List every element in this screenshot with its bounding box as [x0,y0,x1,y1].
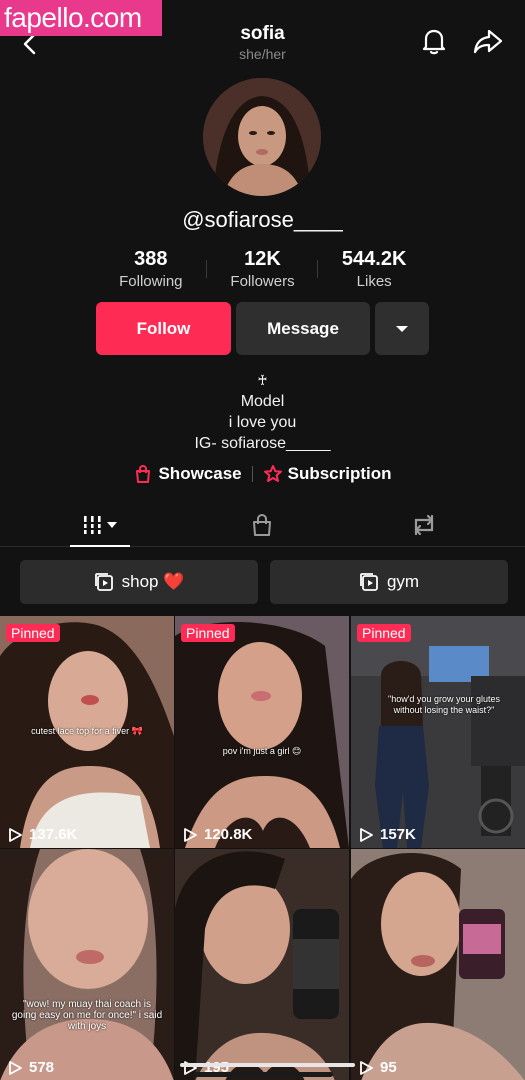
stat-followers[interactable]: 12K Followers [207,246,319,294]
subscription-label: Subscription [287,464,392,483]
pinned-badge: Pinned [6,624,60,642]
follow-button[interactable]: Follow [96,302,231,355]
video-thumbnail[interactable]: Pinned pov i'm just a girl 😊 120.8K [175,616,349,848]
divider [251,466,253,482]
tab-shop[interactable] [240,505,284,545]
tab-videos[interactable] [70,505,130,547]
stat-value: 12K [244,248,281,270]
thumbnail-image [175,616,349,848]
view-count-value: 578 [29,1059,55,1076]
video-caption: cutest lace top for a fiver 🎀 [31,726,143,736]
showcase-label: Showcase [158,464,242,483]
stat-likes[interactable]: 544.2K Likes [318,246,430,294]
thumbnail-image [351,849,525,1080]
playlist-shop[interactable]: shop ❤️ [20,560,258,604]
bio-line: IG- sofiarose_____ [194,435,331,452]
stat-label: Followers [230,273,295,290]
view-count: 578 [8,1059,54,1076]
view-count: 157K [359,826,416,843]
thumbnail-image [351,616,525,848]
profile-links: Showcase Subscription [0,462,525,486]
repost-icon [414,514,434,536]
video-thumbnail[interactable]: Pinned "how'd you grow your glutes witho… [351,616,525,848]
subscription-star-icon [263,465,282,482]
playlist-label: gym [386,572,420,591]
view-count-value: 95 [380,1059,397,1076]
home-indicator[interactable] [193,1072,333,1077]
grid-icon [82,516,117,534]
view-count: 120.8K [183,826,252,843]
avatar-photo [203,78,321,196]
view-count-value: 120.8K [204,826,253,843]
pinned-badge: Pinned [357,624,411,642]
view-count-value: 157K [380,826,416,843]
profile-stats: 388 Following 12K Followers 544.2K Likes [95,246,430,294]
scroll-indicator [180,1063,355,1067]
watermark: fapello.com [0,0,162,36]
bio-line: Model [240,393,285,410]
thumbnail-image [0,849,174,1080]
playlist-icon [94,573,113,591]
more-options-button[interactable] [375,302,429,355]
video-thumbnail[interactable]: 195 [175,849,349,1080]
video-caption: "how'd you grow your glutes without losi… [388,694,500,715]
play-icon [360,827,373,842]
playlists: shop ❤️ gym [20,560,508,604]
stat-label: Likes [356,273,392,290]
video-thumbnail[interactable]: Pinned cutest lace top for a fiver 🎀 137… [0,616,174,848]
view-count: 95 [359,1059,397,1076]
share-button[interactable] [472,27,504,55]
showcase-link[interactable]: Showcase [133,464,242,484]
video-thumbnail[interactable]: 95 [351,849,525,1080]
video-caption: "wow! my muay thai coach is going easy o… [11,999,163,1032]
video-caption: pov i'm just a girl 😊 [222,746,302,756]
message-button[interactable]: Message [236,302,370,355]
stat-label: Following [119,273,183,290]
bio-symbol: ♰ [257,372,268,388]
play-icon [9,1060,22,1075]
play-icon [9,827,22,842]
notifications-button[interactable] [420,26,448,56]
caret-down-icon [396,325,408,332]
stat-value: 544.2K [341,248,407,270]
view-count: 137.6K [8,826,77,843]
subscription-link[interactable]: Subscription [263,464,392,484]
content-tabs [0,505,525,547]
video-grid: Pinned cutest lace top for a fiver 🎀 137… [0,616,525,1080]
username: @sofiarose____ [182,207,343,232]
pinned-badge: Pinned [181,624,235,642]
stat-following[interactable]: 388 Following [95,246,207,294]
play-icon [360,1060,373,1075]
playlist-label: shop ❤️ [121,572,185,591]
video-thumbnail[interactable]: "wow! my muay thai coach is going easy o… [0,849,174,1080]
bell-icon [422,29,446,55]
play-icon [184,827,197,842]
bio: ♰ Model i love you IG- sofiarose_____ [0,370,525,454]
playlist-gym[interactable]: gym [270,560,508,604]
shopping-bag-icon [253,513,271,536]
playlist-icon [360,573,378,591]
bio-line: i love you [228,414,297,431]
stat-value: 388 [134,248,168,270]
view-count-value: 137.6K [29,826,78,843]
thumbnail-image [175,849,349,1080]
avatar[interactable] [203,78,321,196]
shopping-bag-icon [136,464,151,483]
share-arrow-icon [473,29,503,54]
tab-reposts[interactable] [402,505,446,545]
